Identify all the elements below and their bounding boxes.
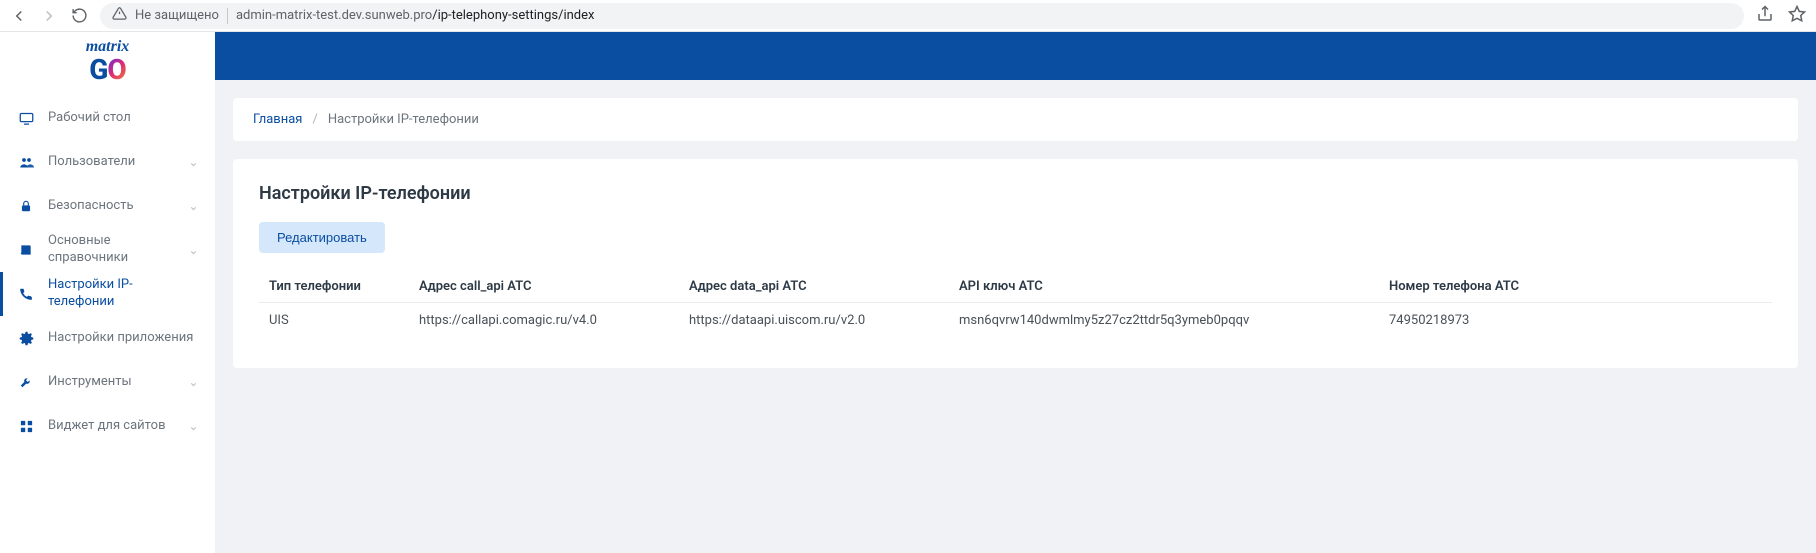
cell-call-api: https://callapi.comagic.ru/v4.0: [409, 303, 679, 339]
col-header-data-api: Адрес data_api АТС: [679, 271, 949, 303]
logo-go: GO: [86, 56, 130, 84]
chevron-down-icon: [189, 158, 197, 166]
sidebar-item-app-settings[interactable]: Настройки приложения: [0, 316, 215, 360]
phone-icon: [18, 287, 34, 301]
settings-table: Тип телефонии Адрес call_api АТС Адрес d…: [259, 271, 1772, 338]
address-separator: [227, 8, 228, 24]
lock-icon: [18, 199, 34, 213]
table-row: UIS https://callapi.comagic.ru/v4.0 http…: [259, 303, 1772, 339]
gear-icon: [18, 331, 34, 346]
widget-icon: [18, 419, 34, 434]
main-area: Главная / Настройки IP-телефонии Настрой…: [215, 32, 1816, 553]
header-band: [215, 32, 1816, 80]
book-icon: [18, 243, 34, 257]
sidebar-item-label: Настройки приложения: [48, 330, 197, 347]
chevron-down-icon: [189, 202, 197, 210]
cell-api-key: msn6qvrw140dwmlmy5z27cz2ttdr5q3ymeb0pqqv: [949, 303, 1379, 339]
breadcrumb-sep: /: [312, 112, 317, 127]
logo[interactable]: matrix GO: [0, 38, 215, 84]
sidebar-item-widget[interactable]: Виджет для сайтов: [0, 404, 215, 448]
users-icon: [18, 155, 34, 170]
sidebar-item-desktop[interactable]: Рабочий стол: [0, 96, 215, 140]
sidebar-item-label: Пользователи: [48, 154, 175, 171]
chevron-down-icon: [189, 378, 197, 386]
sidebar-item-label: Инструменты: [48, 374, 175, 391]
breadcrumb-current: Настройки IP-телефонии: [328, 112, 479, 127]
sidebar-item-users[interactable]: Пользователи: [0, 140, 215, 184]
sidebar-item-references[interactable]: Основные справочники: [0, 228, 215, 272]
browser-back-button[interactable]: [10, 7, 28, 25]
star-icon[interactable]: [1788, 5, 1806, 27]
col-header-type: Тип телефонии: [259, 271, 409, 303]
breadcrumb-home-link[interactable]: Главная: [253, 112, 302, 127]
table-header-row: Тип телефонии Адрес call_api АТС Адрес d…: [259, 271, 1772, 303]
breadcrumb: Главная / Настройки IP-телефонии: [233, 98, 1798, 141]
url-text: admin-matrix-test.dev.sunweb.pro/ip-tele…: [236, 8, 595, 23]
col-header-call-api: Адрес call_api АТС: [409, 271, 679, 303]
edit-button[interactable]: Редактировать: [259, 222, 385, 253]
chevron-down-icon: [189, 246, 197, 254]
address-bar[interactable]: Не защищено admin-matrix-test.dev.sunweb…: [100, 3, 1744, 29]
wrench-icon: [18, 375, 34, 389]
cell-phone: 74950218973: [1379, 303, 1772, 339]
settings-panel: Настройки IP-телефонии Редактировать Тип…: [233, 159, 1798, 368]
page-title: Настройки IP-телефонии: [259, 183, 1772, 204]
browser-forward-button[interactable]: [40, 7, 58, 25]
sidebar-item-label: Рабочий стол: [48, 110, 197, 127]
cell-data-api: https://dataapi.uiscom.ru/v2.0: [679, 303, 949, 339]
cell-type: UIS: [259, 303, 409, 339]
share-icon[interactable]: [1756, 5, 1774, 27]
not-secure-icon: [112, 6, 127, 25]
sidebar-item-tools[interactable]: Инструменты: [0, 360, 215, 404]
sidebar-item-label: Настройки IP-телефонии: [48, 277, 197, 311]
monitor-icon: [18, 111, 34, 126]
col-header-phone: Номер телефона АТС: [1379, 271, 1772, 303]
chevron-down-icon: [189, 422, 197, 430]
sidebar: matrix GO Рабочий стол Пользователи Безо…: [0, 32, 215, 553]
col-header-api-key: API ключ АТС: [949, 271, 1379, 303]
not-secure-label: Не защищено: [135, 8, 219, 23]
sidebar-item-ip-telephony[interactable]: Настройки IP-телефонии: [0, 272, 215, 316]
sidebar-item-security[interactable]: Безопасность: [0, 184, 215, 228]
browser-toolbar: Не защищено admin-matrix-test.dev.sunweb…: [0, 0, 1816, 32]
sidebar-item-label: Виджет для сайтов: [48, 418, 175, 435]
sidebar-item-label: Основные справочники: [48, 233, 175, 267]
browser-reload-button[interactable]: [70, 7, 88, 25]
sidebar-item-label: Безопасность: [48, 198, 175, 215]
